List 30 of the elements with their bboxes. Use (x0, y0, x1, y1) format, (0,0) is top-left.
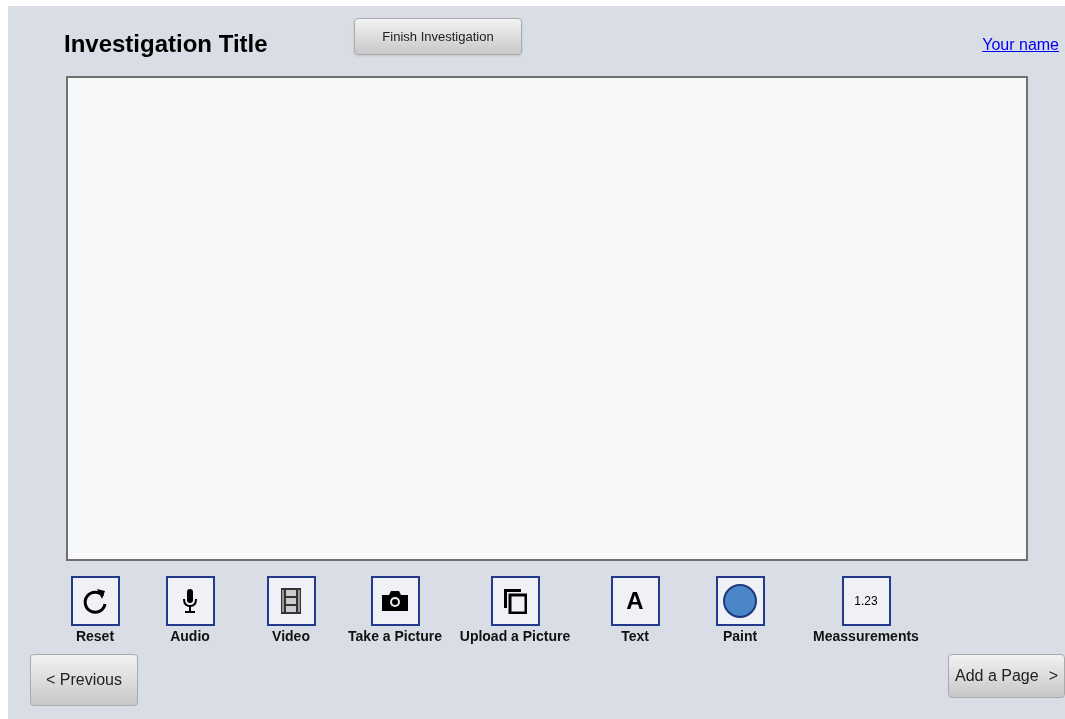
number-glyph: 1.23 (854, 595, 878, 607)
tool-button[interactable]: A (610, 576, 660, 626)
stacked-squares-icon (503, 588, 527, 614)
next-arrow: > (1048, 666, 1058, 686)
camera-icon (382, 591, 408, 611)
tool-label: Upload a Picture (458, 630, 572, 643)
tool-label: Audio (169, 630, 211, 643)
user-name-link[interactable]: Your name (982, 33, 1059, 57)
tool-button[interactable] (165, 576, 215, 626)
tool-button[interactable] (266, 576, 316, 626)
tool-label: Take a Picture (347, 630, 443, 643)
microphone-icon (183, 589, 197, 613)
tool-label: Reset (74, 630, 116, 643)
film-strip-icon (281, 588, 301, 614)
tool-button[interactable] (370, 576, 420, 626)
investigation-title: Investigation Title (64, 29, 269, 59)
reset-icon (82, 587, 108, 615)
tool-label: Text (620, 630, 650, 643)
tool-button[interactable]: 1.23 (841, 576, 891, 626)
tool-button[interactable] (70, 576, 120, 626)
add-page-button[interactable]: Add a Page > (948, 654, 1065, 698)
finish-investigation-button[interactable]: Finish Investigation (354, 18, 522, 55)
previous-button[interactable]: < Previous (30, 654, 138, 706)
tool-button[interactable] (490, 576, 540, 626)
letter-glyph: A (626, 589, 644, 613)
add-page-label: Add a Page (955, 666, 1039, 686)
tool-label: Paint (721, 630, 759, 643)
tool-label: Meassurements (812, 630, 920, 643)
paint-circle-icon (722, 583, 758, 619)
tool-button[interactable] (715, 576, 765, 626)
